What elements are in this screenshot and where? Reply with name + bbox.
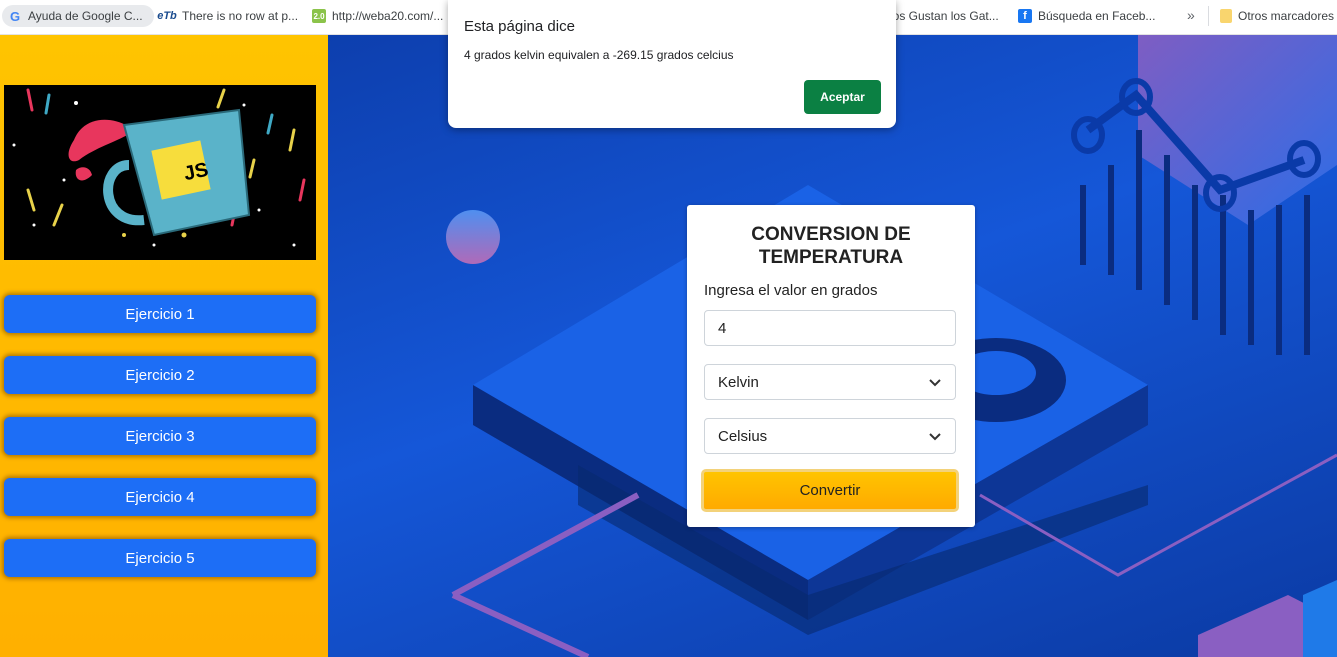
from-unit-select[interactable]: Kelvin [704,364,956,400]
bookmark-weba20[interactable]: 2.0 http://weba20.com/... [306,5,458,27]
bookmarks-divider [1208,6,1211,26]
folder-icon [1220,9,1232,23]
sidebar: JS Ejercicio 1 Ejercicio 2 Ejercicio 3 E… [0,35,328,657]
temperature-converter-card: CONVERSION DE TEMPERATURA Ingresa el val… [687,205,975,527]
from-unit-value: Kelvin [718,373,759,391]
menu-button-ejercicio-2[interactable]: Ejercicio 2 [4,356,316,394]
convert-button[interactable]: Convertir [701,469,959,512]
bookmark-label: los Gustan los Gat... [890,9,999,23]
bookmark-facebook-search[interactable]: f Búsqueda en Faceb... [1012,5,1174,27]
js-mug-illustration-icon [4,85,316,260]
to-unit-value: Celsius [718,427,768,445]
value-label: Ingresa el valor en grados [704,282,878,299]
card-title: CONVERSION DE TEMPERATURA [687,223,975,269]
menu-button-ejercicio-4[interactable]: Ejercicio 4 [4,478,316,516]
bookmark-etb[interactable]: eTb There is no row at p... [152,5,312,27]
google-icon: G [9,8,21,24]
bookmark-label: Búsqueda en Faceb... [1038,9,1156,23]
bookmark-other-bookmarks[interactable]: Otros marcadores [1214,5,1337,27]
menu-button-ejercicio-1[interactable]: Ejercicio 1 [4,295,316,333]
bookmark-google-help[interactable]: G Ayuda de Google C... [2,5,154,27]
dialog-message: 4 grados kelvin equivalen a -269.15 grad… [464,48,734,62]
menu-button-ejercicio-3[interactable]: Ejercicio 3 [4,417,316,455]
to-unit-select[interactable]: Celsius [704,418,956,454]
js-mug-logo: JS [4,85,316,260]
degrees-input-value: 4 [718,319,727,337]
facebook-icon: f [1018,9,1032,23]
bookmark-label: http://weba20.com/... [332,9,444,23]
dialog-title: Esta página dice [464,18,575,35]
etb-icon: eTb [157,10,177,22]
bookmark-label: There is no row at p... [182,9,299,23]
bookmark-label: Ayuda de Google C... [28,9,143,23]
degrees-input[interactable]: 4 [704,310,956,346]
card-title-line-2: TEMPERATURA [758,247,904,268]
alert-dialog: Esta página dice 4 grados kelvin equival… [448,0,896,128]
bookmark-gatos[interactable]: los Gustan los Gat... [890,5,1014,27]
bookmarks-overflow-icon[interactable]: » [1187,7,1195,23]
chevron-down-icon [929,433,941,441]
menu-button-ejercicio-5[interactable]: Ejercicio 5 [4,539,316,577]
card-title-line-1: CONVERSION DE [751,224,911,245]
web20-icon: 2.0 [312,9,326,23]
accept-button[interactable]: Aceptar [804,80,881,114]
bookmark-label: Otros marcadores [1238,9,1335,23]
chevron-down-icon [929,379,941,387]
